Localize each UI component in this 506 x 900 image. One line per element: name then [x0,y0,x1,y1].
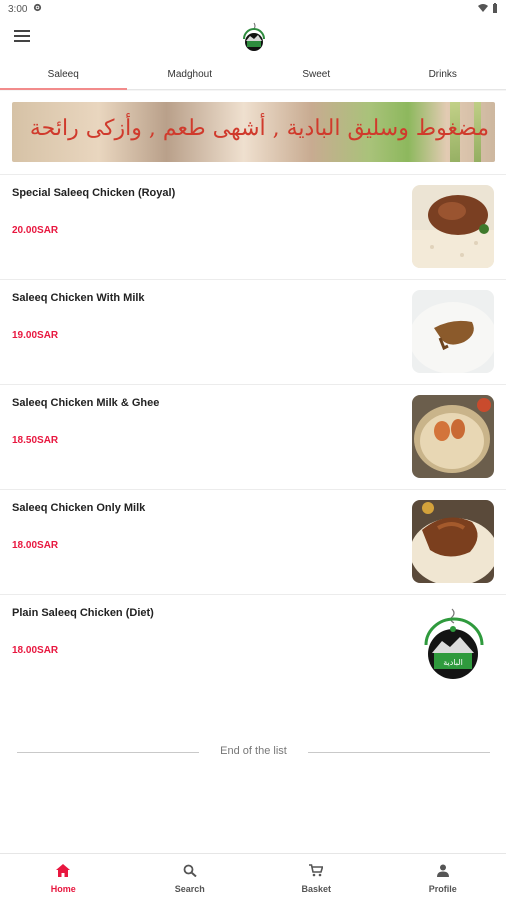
logo-text: البادية [443,658,463,667]
cart-icon [309,864,324,881]
tab-madghout[interactable]: Madghout [127,58,254,89]
nav-home[interactable]: Home [0,854,127,900]
menu-item[interactable]: Plain Saleeq Chicken (Diet) 18.00SAR الب… [0,594,506,699]
nav-home-label: Home [50,884,76,894]
status-bar: 3:00 [0,0,506,18]
tab-sweet[interactable]: Sweet [253,58,380,89]
item-image [412,290,494,373]
item-price: 18.50SAR [12,435,59,446]
nav-basket-label: Basket [301,884,332,894]
end-of-list: End of the list [17,745,490,759]
item-name: Plain Saleeq Chicken (Diet) [12,607,154,619]
item-image [412,500,494,583]
menu-icon[interactable] [14,30,30,44]
app-bar [0,18,506,58]
item-price: 18.00SAR [12,645,59,656]
menu-item[interactable]: Saleeq Chicken Milk & Ghee 18.50SAR [0,384,506,489]
item-name: Saleeq Chicken With Milk [12,292,145,304]
item-price: 20.00SAR [12,225,59,236]
item-price: 19.00SAR [12,330,59,341]
promo-banner: مضغوط وسليق البادية , أشهى طعم , وأزكى ر… [12,102,495,162]
item-price: 18.00SAR [12,540,59,551]
menu-item[interactable]: Special Saleeq Chicken (Royal) 20.00SAR [0,174,506,279]
menu-list: Special Saleeq Chicken (Royal) 20.00SAR … [0,174,506,699]
item-name: Special Saleeq Chicken (Royal) [12,187,176,199]
nav-profile[interactable]: Profile [380,854,506,900]
item-name: Saleeq Chicken Only Milk [12,502,146,514]
home-icon [56,864,71,881]
end-of-list-label: End of the list [220,745,287,757]
nav-basket[interactable]: Basket [253,854,380,900]
status-time: 3:00 [8,3,28,15]
tab-drinks[interactable]: Drinks [380,58,506,89]
menu-item[interactable]: Saleeq Chicken Only Milk 18.00SAR [0,489,506,594]
tab-saleeq[interactable]: Saleeq [0,58,127,90]
nav-search-label: Search [174,884,205,894]
person-icon [436,864,450,881]
category-tabs: Saleeq Madghout Sweet Drinks [0,58,506,90]
item-image: البادية [412,605,494,688]
wifi-icon [478,3,488,15]
battery-icon [492,2,498,16]
settings-icon [33,3,42,15]
menu-item[interactable]: Saleeq Chicken With Milk 19.00SAR [0,279,506,384]
item-name: Saleeq Chicken Milk & Ghee [12,397,160,409]
search-icon [183,864,197,881]
item-image [412,185,494,268]
bottom-nav: Home Search Basket Profile [0,853,506,900]
menu-content: مضغوط وسليق البادية , أشهى طعم , وأزكى ر… [0,91,506,853]
nav-search[interactable]: Search [127,854,254,900]
nav-profile-label: Profile [428,884,457,894]
item-image [412,395,494,478]
banner-text: مضغوط وسليق البادية , أشهى طعم , وأزكى ر… [29,116,489,141]
app-logo [241,21,267,53]
